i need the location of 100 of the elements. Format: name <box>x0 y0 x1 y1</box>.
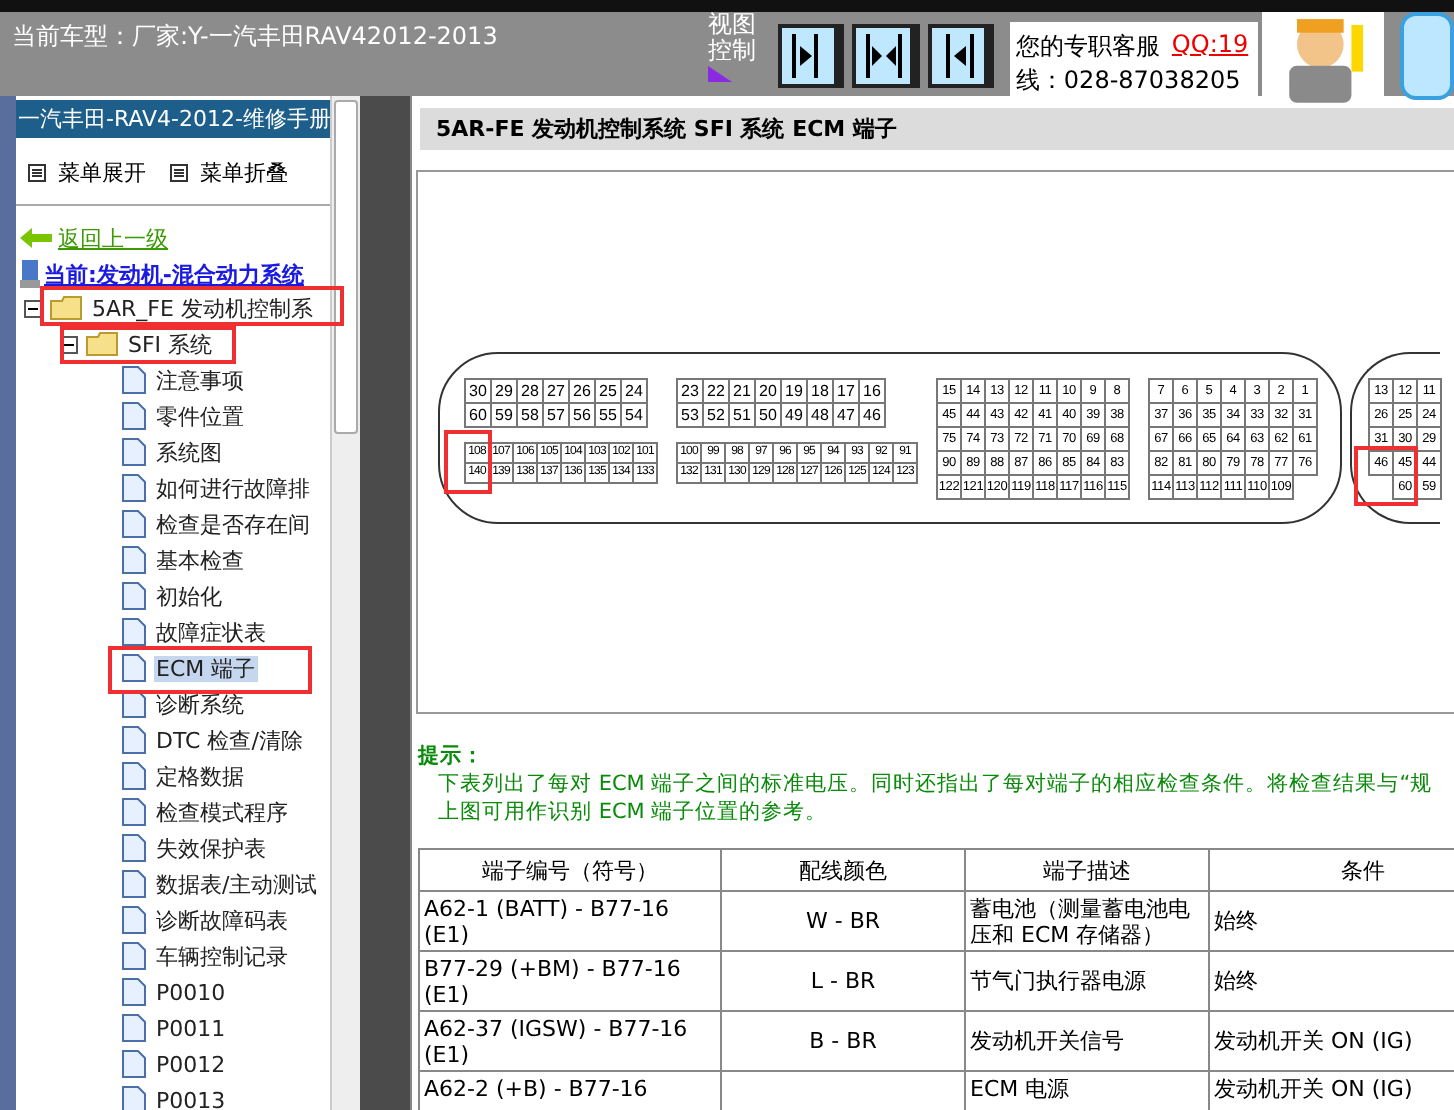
tree-item[interactable]: 注意事项 <box>154 367 246 393</box>
support-label: 您的专职客服 <box>1015 30 1160 64</box>
list-icon <box>28 163 46 181</box>
page-icon <box>122 726 146 754</box>
table-cell: A62-2 (+B) - B77-16 <box>419 1071 721 1110</box>
page-icon <box>122 942 146 970</box>
collapse-icon[interactable] <box>24 299 42 317</box>
tree-item[interactable]: 检查模式程序 <box>154 799 290 825</box>
tree-item[interactable]: 定格数据 <box>154 763 246 789</box>
hint-text: 下表列出了每对 ECM 端子之间的标准电压。同时还指出了每对端子的相应检查条件。将检查结果与“规 <box>436 770 1435 798</box>
tree-item[interactable]: 诊断系统 <box>154 691 246 717</box>
pin-number: 53 <box>676 402 704 428</box>
page-icon <box>122 906 146 934</box>
phone-label: 线：028-87038205 <box>1015 66 1241 94</box>
view-toggle-button[interactable] <box>927 24 994 88</box>
page-icon <box>122 618 146 646</box>
list-icon <box>170 163 188 181</box>
tree-item[interactable]: P0010 <box>154 979 228 1005</box>
page-icon <box>122 402 146 430</box>
hint-text: 上图可用作识别 ECM 端子位置的参考。 <box>436 798 830 826</box>
page-icon <box>122 1014 146 1042</box>
table-cell: B77-29 (+BM) - B77-16 (E1) <box>419 951 721 1011</box>
tree-item[interactable]: 车辆控制记录 <box>154 943 290 969</box>
page-icon <box>122 762 146 790</box>
page-icon <box>122 510 146 538</box>
back-link[interactable]: 返回上一级 <box>20 222 330 254</box>
column-header: 配线颜色 <box>721 849 965 891</box>
page-icon <box>122 978 146 1006</box>
pin-number: 30 <box>464 378 492 404</box>
tree-item[interactable]: 零件位置 <box>154 403 246 429</box>
scrollbar[interactable] <box>330 96 360 1110</box>
page-icon <box>122 582 146 610</box>
hint-label: 提示： <box>418 742 486 770</box>
computer-icon <box>20 260 40 288</box>
tree-item[interactable]: 诊断故障码表 <box>154 907 290 933</box>
qq-link[interactable]: QQ:19 <box>1171 30 1249 64</box>
column-header: 条件 <box>1209 849 1454 891</box>
pin-number: 56 <box>568 402 596 428</box>
table-cell: L - BR <box>721 951 965 1011</box>
folder-icon <box>86 332 118 356</box>
page-icon <box>122 546 146 574</box>
tree-item[interactable]: 系统图 <box>154 439 224 465</box>
menu-toggle-button[interactable]: 菜单展开 <box>28 156 146 188</box>
pin-number: 46 <box>858 402 886 428</box>
pin-number: 54 <box>620 402 648 428</box>
page-icon <box>122 366 146 394</box>
pin-number: 50 <box>754 402 782 428</box>
pin-number: 52 <box>702 402 730 428</box>
tree-item[interactable]: P0011 <box>154 1015 228 1041</box>
table-cell: 节气门执行器电源 <box>965 951 1209 1011</box>
column-header: 端子描述 <box>965 849 1209 891</box>
current-system-label: 当前:发动机-混合动力系统 <box>44 259 304 289</box>
table-cell: A62-1 (BATT) - B77-16 (E1) <box>419 891 721 951</box>
tree-item[interactable]: DTC 检查/清除 <box>154 727 305 753</box>
car-model-label: 当前车型：厂家:Y-一汽丰田RAV42012-2013 <box>12 20 500 54</box>
triangle-icon <box>708 66 733 83</box>
view-toggle-button[interactable] <box>852 24 920 88</box>
tree-item[interactable]: 数据表/主动测试 <box>154 871 320 897</box>
pin-number: 59 <box>490 402 518 428</box>
tree-item[interactable]: 如何进行故障排 <box>154 475 312 501</box>
page-icon <box>122 654 146 682</box>
highlight-box <box>444 430 491 494</box>
table-cell: A62-37 (IGSW) - B77-16 (E1) <box>419 1011 721 1071</box>
tree-item[interactable]: 故障症状表 <box>154 619 268 645</box>
page-icon <box>122 798 146 826</box>
page-icon <box>122 1086 146 1110</box>
view-toggle-button[interactable] <box>778 24 845 88</box>
tree-item[interactable]: P0012 <box>154 1051 228 1077</box>
folder-icon <box>50 296 82 320</box>
pin-number: 24 <box>620 378 648 404</box>
column-header: 端子编号（符号） <box>419 849 721 891</box>
tree-item[interactable]: 检查是否存在间 <box>154 511 312 537</box>
menu-toggle-button[interactable]: 菜单折叠 <box>170 156 288 188</box>
tree-item[interactable]: ECM 端子 <box>154 655 258 681</box>
table-cell: W - BR <box>721 891 965 951</box>
tree-item[interactable]: 初始化 <box>154 583 224 609</box>
pin-number: 48 <box>806 402 834 428</box>
tree-item[interactable]: 基本检查 <box>154 547 246 573</box>
tree-item[interactable]: 5AR_FE 发动机控制系 <box>90 295 315 321</box>
pin-number: 23 <box>676 378 704 404</box>
table-cell: 发动机开关信号 <box>965 1011 1209 1071</box>
page-icon <box>122 834 146 862</box>
pin-number: 58 <box>516 402 544 428</box>
page-icon <box>122 474 146 502</box>
tree-item[interactable]: 失效保护表 <box>154 835 268 861</box>
tree-item[interactable]: P0013 <box>154 1087 228 1110</box>
table-cell: 蓄电池（测量蓄电池电压和 ECM 存储器） <box>965 891 1209 951</box>
page-icon <box>122 438 146 466</box>
tree-item[interactable]: SFI 系统 <box>126 331 215 357</box>
table-cell: B - BR <box>721 1011 965 1071</box>
highlight-box <box>1354 446 1418 506</box>
page-title: 5AR-FE 发动机控制系统 SFI 系统 ECM 端子 <box>420 108 1454 150</box>
page-icon <box>122 870 146 898</box>
left-arrow-icon <box>20 228 52 248</box>
pin-number: 49 <box>780 402 808 428</box>
manual-title: 一汽丰田-RAV4-2012-维修手册 <box>16 100 330 138</box>
view-control-label: 视图控制 <box>708 12 759 65</box>
page-icon <box>122 1050 146 1078</box>
pin-number: 16 <box>858 378 886 404</box>
pin-number: 60 <box>464 402 492 428</box>
